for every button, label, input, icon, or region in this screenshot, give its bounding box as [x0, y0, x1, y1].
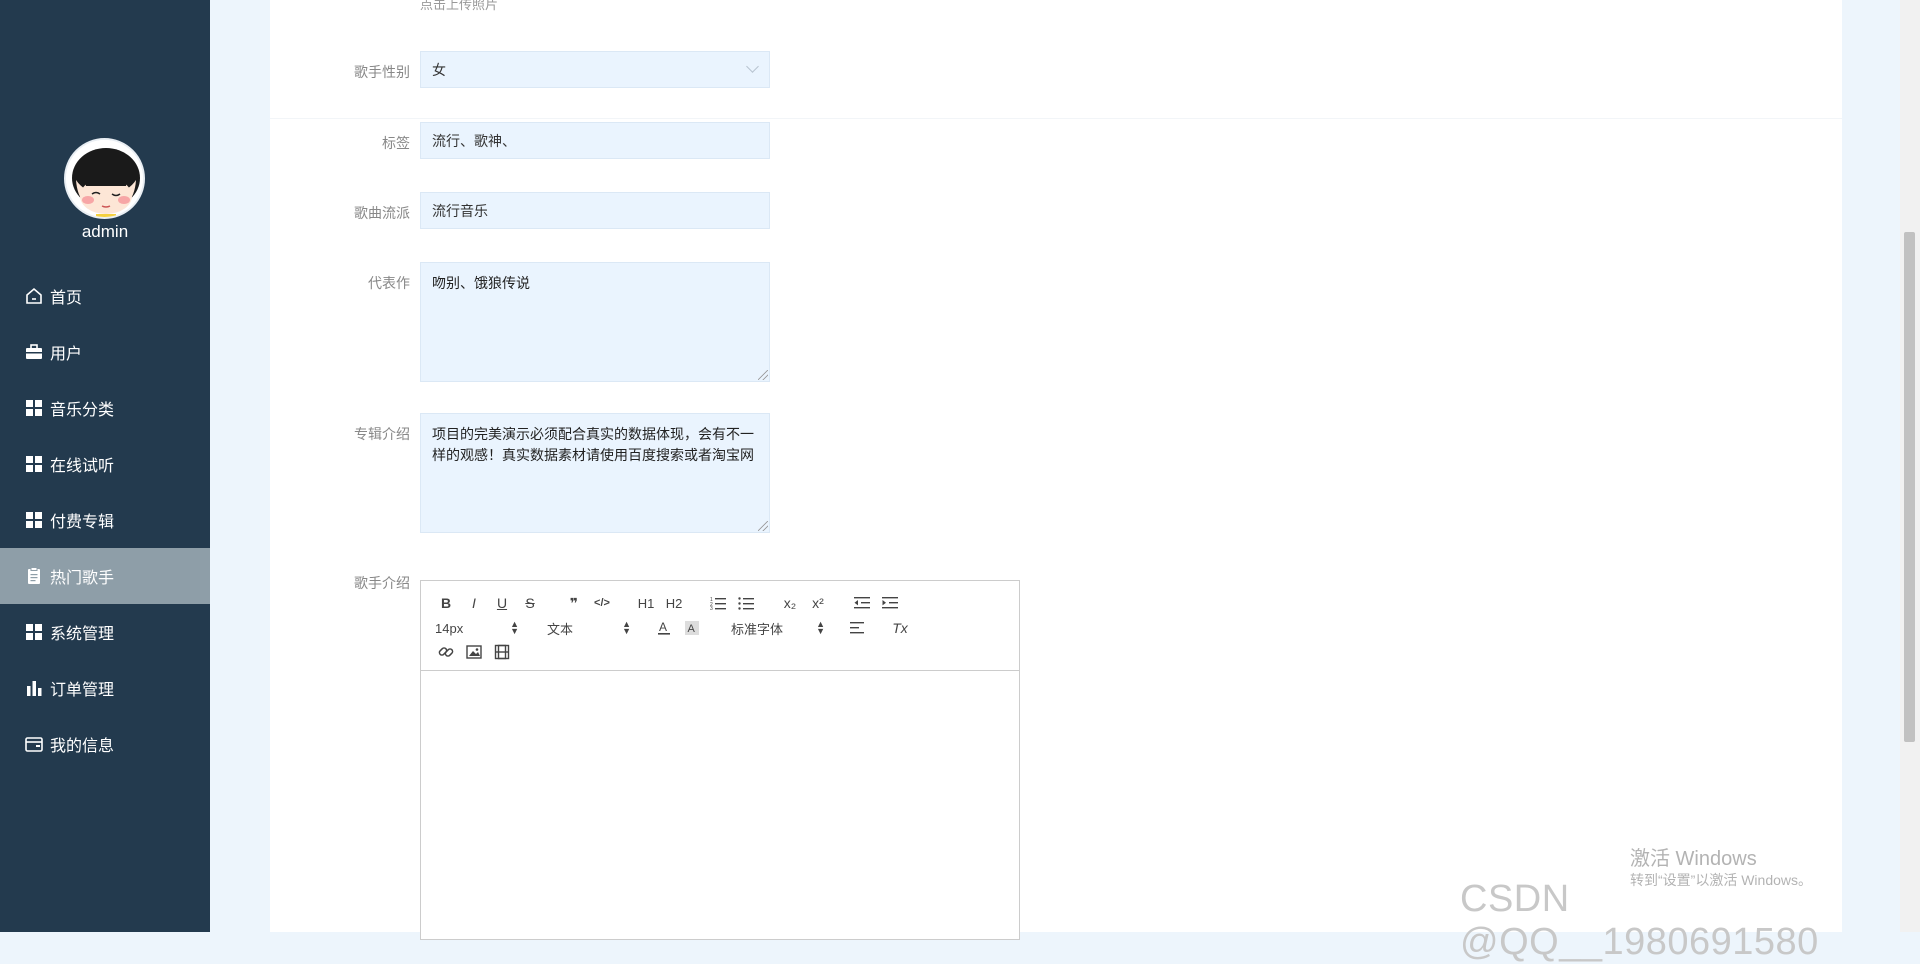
tags-input[interactable]: 流行、歌神、 — [420, 122, 770, 159]
sidebar-item-system[interactable]: 系统管理 — [0, 604, 210, 660]
album-intro-label: 专辑介绍 — [354, 426, 410, 442]
grid-icon — [24, 622, 44, 642]
gender-value: 女 — [432, 61, 446, 78]
toolbar-row-1: B I U S ❞ </> H1 H2 123 x₂ x² — [435, 593, 907, 613]
sidebar-item-label: 订单管理 — [50, 682, 115, 699]
sidebar-item-music-category[interactable]: 音乐分类 — [0, 380, 210, 436]
updown-icon: ▲ ▼ — [622, 619, 631, 636]
sidebar-item-users[interactable]: 用户 — [0, 324, 210, 380]
grid-icon — [24, 398, 44, 418]
sidebar-menu: 首页 用户 音乐分类 在线试听 付费专辑 热门歌手 系统管理 订单管理 我的信息 — [0, 268, 210, 772]
h1-button[interactable]: H1 — [635, 593, 657, 613]
sidebar-item-paid-album[interactable]: 付费专辑 — [0, 492, 210, 548]
font-family-select[interactable]: 标准字体 ▲ ▼ — [731, 618, 825, 638]
updown-icon: ▲ ▼ — [510, 619, 519, 636]
singer-intro-label: 歌手介绍 — [354, 575, 410, 591]
scrollbar-thumb[interactable] — [1904, 232, 1915, 742]
briefcase-icon — [24, 342, 44, 362]
bullet-list-icon[interactable] — [735, 593, 757, 613]
svg-text:A: A — [659, 620, 667, 634]
toolbar-row-2: 14px ▲ ▼ 文本 ▲ ▼ A A 标准字体 ▲ ▼ Tx — [435, 618, 917, 638]
representative-textarea[interactable]: 吻别、饿狼传说 — [420, 262, 770, 382]
indent-icon[interactable] — [879, 593, 901, 613]
bar-chart-icon — [24, 678, 44, 698]
album-intro-value: 项目的完美演示必须配合真实的数据体现，会有不一样的观感！真实数据素材请使用百度搜… — [432, 426, 754, 463]
grid-icon — [24, 510, 44, 530]
italic-button[interactable]: I — [463, 593, 485, 613]
tags-value: 流行、歌神、 — [432, 132, 516, 149]
divider — [270, 118, 1842, 119]
ordered-list-icon[interactable]: 123 — [707, 593, 729, 613]
activate-windows-title: 激活 Windows — [1630, 848, 1757, 870]
sidebar-item-label: 系统管理 — [50, 626, 115, 643]
background-color-icon[interactable]: A — [681, 618, 703, 638]
resize-grip-icon[interactable] — [758, 370, 768, 380]
csdn-watermark: CSDN @QQ__1980691580 — [1460, 878, 1819, 963]
clear-format-button[interactable]: Tx — [889, 618, 911, 638]
sidebar-item-orders[interactable]: 订单管理 — [0, 660, 210, 716]
avatar[interactable] — [64, 138, 145, 219]
wallet-icon — [24, 734, 44, 754]
updown-icon: ▲ ▼ — [816, 619, 825, 636]
resize-grip-icon[interactable] — [758, 521, 768, 531]
sidebar: admin 首页 用户 音乐分类 在线试听 付费专辑 热门歌手 系统管理 订单管… — [0, 0, 210, 932]
video-icon[interactable] — [491, 642, 513, 662]
sidebar-item-label: 我的信息 — [50, 738, 115, 755]
sidebar-item-online-listen[interactable]: 在线试听 — [0, 436, 210, 492]
underline-button[interactable]: U — [491, 593, 513, 613]
genre-input[interactable]: 流行音乐 — [420, 192, 770, 229]
representative-value: 吻别、饿狼传说 — [432, 275, 530, 291]
font-family-value: 标准字体 — [731, 621, 784, 637]
subscript-button[interactable]: x₂ — [779, 593, 801, 613]
clipboard-icon — [24, 566, 44, 586]
code-button[interactable]: </> — [591, 593, 613, 613]
text-type-value: 文本 — [547, 621, 574, 637]
image-icon[interactable] — [463, 642, 485, 662]
genre-value: 流行音乐 — [432, 202, 488, 219]
text-type-select[interactable]: 文本 ▲ ▼ — [547, 618, 631, 638]
sidebar-item-home[interactable]: 首页 — [0, 268, 210, 324]
strike-button[interactable]: S — [519, 593, 541, 613]
album-intro-textarea[interactable]: 项目的完美演示必须配合真实的数据体现，会有不一样的观感！真实数据素材请使用百度搜… — [420, 413, 770, 533]
grid-icon — [24, 454, 44, 474]
representative-label: 代表作 — [368, 275, 410, 291]
username: admin — [81, 222, 129, 241]
toolbar-row-3 — [435, 642, 519, 662]
sidebar-item-label: 热门歌手 — [50, 570, 115, 587]
chevron-down-icon — [746, 60, 759, 73]
align-left-icon[interactable] — [847, 618, 869, 638]
sidebar-item-label: 用户 — [50, 346, 83, 363]
outdent-icon[interactable] — [851, 593, 873, 613]
upload-hint[interactable]: 点击上传照片 — [420, 0, 498, 13]
svg-text:A: A — [688, 623, 696, 635]
sidebar-item-label: 首页 — [50, 290, 83, 307]
quote-button[interactable]: ❞ — [563, 593, 585, 613]
editor-content[interactable] — [421, 671, 1019, 939]
tags-label: 标签 — [382, 135, 410, 151]
rich-text-editor: B I U S ❞ </> H1 H2 123 x₂ x² 14px ▲ ▼ 文… — [420, 580, 1020, 940]
font-size-value: 14px — [435, 620, 464, 636]
sidebar-item-my-info[interactable]: 我的信息 — [0, 716, 210, 772]
link-icon[interactable] — [435, 642, 457, 662]
font-color-icon[interactable]: A — [653, 618, 675, 638]
editor-toolbar: B I U S ❞ </> H1 H2 123 x₂ x² 14px ▲ ▼ 文… — [421, 581, 1019, 671]
sidebar-item-label: 在线试听 — [50, 458, 115, 475]
gender-select[interactable]: 女 — [420, 51, 770, 88]
sidebar-item-label: 音乐分类 — [50, 402, 115, 419]
gender-label: 歌手性别 — [354, 64, 410, 80]
sidebar-item-label: 付费专辑 — [50, 514, 115, 531]
h2-button[interactable]: H2 — [663, 593, 685, 613]
bold-button[interactable]: B — [435, 593, 457, 613]
superscript-button[interactable]: x² — [807, 593, 829, 613]
scrollbar[interactable] — [1900, 0, 1920, 932]
genre-label: 歌曲流派 — [354, 205, 410, 221]
home-icon — [24, 286, 44, 306]
font-size-select[interactable]: 14px ▲ ▼ — [435, 618, 519, 638]
svg-text:3: 3 — [710, 606, 713, 610]
sidebar-item-hot-singer[interactable]: 热门歌手 — [0, 548, 210, 604]
